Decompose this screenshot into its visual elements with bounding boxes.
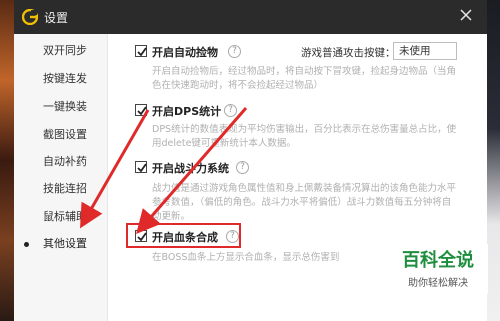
watermark-subtitle: 助你轻松解决: [408, 278, 468, 289]
watermark-title: 百科全说: [402, 250, 474, 271]
watermark: 百科全说 助你轻松解决: [388, 244, 488, 294]
arrow-to-other-settings: [80, 109, 150, 229]
arrow-to-blood-merge: [136, 107, 248, 235]
